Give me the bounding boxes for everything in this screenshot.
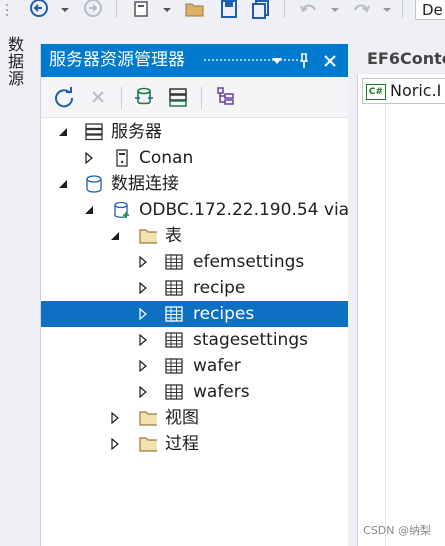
folder-icon [139,227,157,245]
stop-icon[interactable] [86,85,110,109]
open-folder-icon[interactable] [182,0,208,20]
tree-node-label: Conan [139,148,194,168]
tree-node-label: 过程 [165,434,199,454]
tree-node-table-recipes[interactable]: recipes [41,301,348,327]
tree-node-procedures-folder[interactable]: 过程 [41,431,348,457]
tree-node-label: wafer [193,356,241,376]
collapsed-arrow-icon[interactable] [137,275,149,301]
table-icon [165,305,183,323]
panel-title: 服务器资源管理器 [49,50,185,70]
table-icon [165,383,183,401]
server-explorer-panel: 服务器资源管理器 服务器 Conan 数据连接 ODBC.172.22.190.… [40,44,350,546]
collapsed-arrow-icon[interactable] [137,353,149,379]
tree-node-label: stagesettings [193,330,308,350]
tree-node-data-connections[interactable]: 数据连接 [41,171,348,197]
pin-icon[interactable] [294,44,314,77]
panel-title-bar: 服务器资源管理器 [41,44,348,77]
tree-node-label: 表 [165,226,182,246]
tree-node-label: recipes [193,304,255,324]
database-icon [85,175,103,193]
server-icon [85,123,103,141]
tree-node-table-recipe[interactable]: recipe [41,275,348,301]
document-tab[interactable]: EF6Conte [357,44,445,74]
document-area: EF6Conte C# Noric.I [357,44,445,546]
tree-node-label: 视图 [165,408,199,428]
folder-icon [139,409,157,427]
back-icon[interactable] [26,0,52,20]
main-toolbar: De [0,0,445,22]
tree-node-table-wafer[interactable]: wafer [41,353,348,379]
collapsed-arrow-icon[interactable] [109,431,121,457]
machine-icon [113,149,131,167]
back-dropdown-icon[interactable] [58,0,72,20]
expanded-arrow-icon[interactable] [83,197,95,223]
watermark: CSDN @纳梨 [363,524,431,537]
refresh-icon[interactable] [52,85,76,109]
tree-node-table-stagesettings[interactable]: stagesettings [41,327,348,353]
collapsed-arrow-icon[interactable] [137,249,149,275]
save-icon[interactable] [216,0,242,20]
new-dropdown-icon[interactable] [160,0,174,20]
undo-icon[interactable] [296,0,322,20]
tree-node-label: efemsettings [193,252,305,272]
navigation-bar-select[interactable]: C# Noric.I [362,78,445,104]
tree-node-label: 服务器 [111,122,162,142]
save-all-icon[interactable] [248,0,274,20]
table-icon [165,331,183,349]
toolbar-grip-icon [0,0,14,20]
expanded-arrow-icon[interactable] [57,119,69,145]
navigation-bar-value: Noric.I [390,81,442,100]
tree-node-table-wafers[interactable]: wafers [41,379,348,405]
redo-icon[interactable] [348,0,374,20]
new-project-icon[interactable] [128,0,154,20]
connect-server-icon[interactable] [166,85,190,109]
editor-body[interactable]: C# Noric.I [357,74,445,546]
collapsed-arrow-icon[interactable] [137,327,149,353]
tree-node-label: ODBC.172.22.190.54 via [139,200,350,220]
tree-node-views-folder[interactable]: 视图 [41,405,348,431]
folder-icon [139,435,157,453]
table-icon [165,253,183,271]
expanded-arrow-icon[interactable] [57,171,69,197]
editor-margin-line [385,104,386,546]
collapsed-arrow-icon[interactable] [137,301,149,327]
panel-toolbar [41,77,348,118]
tree-node-table-efemsettings[interactable]: efemsettings [41,249,348,275]
collapsed-arrow-icon[interactable] [109,405,121,431]
forward-icon[interactable] [80,0,106,20]
tree-node-servers[interactable]: 服务器 [41,119,348,145]
undo-dropdown-icon[interactable] [328,0,342,20]
tree-node-label: recipe [193,278,246,298]
connect-database-icon[interactable] [132,85,156,109]
expanded-arrow-icon[interactable] [109,223,121,249]
side-tab-label: 数据源 [5,36,24,87]
chevron-down-icon[interactable] [267,44,287,77]
solution-config-select[interactable]: De [415,0,445,20]
connection-icon [113,201,131,219]
tree-node-conan[interactable]: Conan [41,145,348,171]
csharp-file-icon: C# [366,83,386,100]
tree-node-tables-folder[interactable]: 表 [41,223,348,249]
azure-icon[interactable] [214,85,238,109]
collapsed-arrow-icon[interactable] [83,145,95,171]
tree-node-label: wafers [193,382,250,402]
redo-dropdown-icon[interactable] [380,0,394,20]
close-icon[interactable] [320,44,340,77]
collapsed-arrow-icon[interactable] [137,379,149,405]
table-icon [165,357,183,375]
tree-node-odbc-connection[interactable]: ODBC.172.22.190.54 via [41,197,350,223]
tree-node-label: 数据连接 [111,174,179,194]
table-icon [165,279,183,297]
side-tab-datasources[interactable]: 数据源 [2,36,30,106]
